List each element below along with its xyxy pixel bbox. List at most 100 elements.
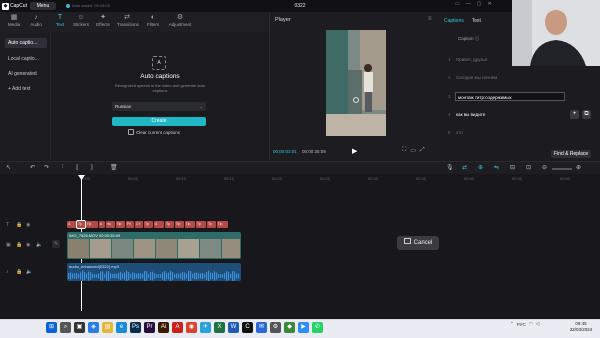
caption-clip[interactable]: Пр — [175, 221, 184, 228]
photoshop-icon[interactable]: Ps — [130, 322, 141, 333]
snap-icon[interactable]: ⇋ — [494, 164, 499, 171]
zoom-out-icon[interactable]: ⊖ — [542, 164, 547, 171]
clear-captions-checkbox[interactable]: Clear current captions — [128, 129, 180, 135]
caption-clip[interactable]: Тр — [165, 221, 174, 228]
caption-row[interactable]: 5 это — [448, 127, 596, 139]
settings-icon[interactable]: ⚙ — [270, 322, 281, 333]
sidebar-item-local-captions[interactable]: Local captio... — [5, 54, 47, 64]
menu-button[interactable]: Menu — [30, 2, 56, 10]
mail-icon[interactable]: ✉ — [256, 322, 267, 333]
excel-icon[interactable]: X — [214, 322, 225, 333]
lock-icon[interactable]: 🔒 — [16, 222, 22, 228]
edge-icon[interactable]: e — [116, 322, 127, 333]
zoom-icon[interactable]: ▶ — [298, 322, 309, 333]
caption-clip[interactable]: на — [106, 221, 115, 228]
split-left-icon[interactable]: ⟦ — [76, 164, 79, 171]
tab-captions[interactable]: Captions — [444, 18, 464, 24]
premiere-icon[interactable]: Pr — [144, 322, 155, 333]
create-button[interactable]: Create — [112, 117, 206, 126]
split-right-icon[interactable]: ⟧ — [90, 164, 93, 171]
layout-icon[interactable]: ▭ — [455, 1, 460, 11]
word-icon[interactable]: W — [228, 322, 239, 333]
caption-clip[interactable]: Тр — [144, 221, 153, 228]
caption-clip[interactable]: Пр — [116, 221, 125, 228]
zoom-slider[interactable] — [552, 168, 572, 170]
sidebar-item-add-text[interactable]: + Add text — [5, 84, 47, 94]
link-icon[interactable]: ⇄ — [462, 164, 467, 171]
language-select[interactable]: Russian ⌄ — [112, 102, 206, 111]
lock-icon[interactable]: 🔒 — [16, 269, 22, 275]
sidebar-item-ai-generated[interactable]: AI generated — [5, 69, 47, 79]
tab-adjustment[interactable]: ⚙ Adjustment — [168, 14, 192, 30]
language-indicator[interactable]: РУС — [517, 322, 526, 327]
taskbar-clock[interactable]: 09:45 22/03/2024 — [566, 321, 596, 333]
zoom-fit-icon[interactable]: ⊡ — [526, 164, 531, 171]
lock-icon[interactable]: 🔒 — [16, 242, 22, 248]
audio-mute-icon[interactable]: 🔈 — [36, 242, 42, 248]
add-caption-icon[interactable]: + — [570, 110, 579, 119]
caption-clip[interactable]: Тр — [196, 221, 206, 228]
caption-clip[interactable]: Тр — [207, 221, 216, 228]
undo-icon[interactable]: ↶ — [30, 164, 35, 171]
caption-clip[interactable]: в — [99, 221, 105, 228]
tab-filters[interactable]: ◐ Filters — [143, 14, 163, 30]
caption-edit-input[interactable]: монтаж титр:содержимых — [455, 92, 565, 101]
caption-row-active[interactable]: 3 монтаж титр:содержимых — [448, 91, 596, 103]
checkbox-icon[interactable] — [128, 129, 134, 135]
caption-clip[interactable]: А — [154, 221, 164, 228]
select-tool-icon[interactable]: ↖ — [6, 164, 11, 171]
duplicate-caption-icon[interactable]: ⧉ — [582, 110, 591, 119]
split-icon[interactable]: ⫶ — [62, 164, 64, 171]
caption-clip[interactable]: Пр — [185, 221, 195, 228]
redo-icon[interactable]: ↷ — [44, 164, 49, 171]
player-menu-icon[interactable]: ≡ — [428, 16, 432, 22]
wifi-icon[interactable]: ◠ — [529, 321, 533, 327]
tab-effects[interactable]: ✦ Effects — [93, 14, 113, 30]
expand-icon[interactable]: ⤢ — [420, 147, 425, 154]
telegram-icon[interactable]: ✈ — [200, 322, 211, 333]
illustrator-icon[interactable]: Ai — [158, 322, 169, 333]
widgets-icon[interactable]: ◈ — [88, 322, 99, 333]
windows-icon[interactable]: ⊞ — [46, 322, 57, 333]
tab-media[interactable]: ▦ Media — [4, 14, 24, 30]
caption-clip[interactable]: А — [67, 221, 76, 228]
delete-icon[interactable]: 🗑 — [110, 164, 118, 171]
chevron-up-icon[interactable]: ⌃ — [510, 321, 514, 327]
capcut-icon[interactable]: C — [242, 322, 253, 333]
tab-audio[interactable]: ♪ Audio — [26, 14, 46, 30]
caption-clip[interactable]: Пр — [86, 221, 98, 228]
caption-clip[interactable]: Тр — [76, 220, 86, 229]
find-replace-button[interactable]: Find & Replace — [551, 150, 592, 158]
caption-clip[interactable]: Рх — [126, 221, 134, 228]
cancel-button[interactable]: Cancel — [397, 236, 439, 250]
video-preview[interactable] — [326, 30, 386, 136]
play-button[interactable]: ▶ — [352, 147, 357, 155]
visibility-icon[interactable]: ◉ — [26, 222, 30, 228]
task-view-icon[interactable]: ▣ — [74, 322, 85, 333]
maximize-icon[interactable]: ▢ — [477, 1, 482, 11]
minimize-icon[interactable]: — — [466, 1, 471, 11]
fullscreen-icon[interactable]: ⛶ — [402, 147, 406, 154]
caption-clip[interactable]: Пр — [217, 221, 228, 228]
tab-text[interactable]: T Text — [50, 14, 70, 30]
search-icon[interactable]: ⌕ — [60, 322, 71, 333]
acrobat-icon[interactable]: A — [172, 322, 183, 333]
caption-clip[interactable]: Ст — [135, 221, 143, 228]
audio-mute-icon[interactable]: 🔈 — [26, 269, 32, 275]
zoom-in-icon[interactable]: ⊕ — [576, 164, 581, 171]
tab-transitions[interactable]: ⇄ Transitions — [117, 14, 139, 30]
close-icon[interactable]: ✕ — [487, 1, 491, 11]
caption-row[interactable]: 2 Сегодня мы начнём — [448, 72, 596, 84]
magnet-icon[interactable]: ⊕ — [478, 164, 483, 171]
chrome-icon[interactable]: ◉ — [186, 322, 197, 333]
tab-text-style[interactable]: Text — [472, 18, 481, 24]
whatsapp-icon[interactable]: ✆ — [312, 322, 323, 333]
preview-axis-icon[interactable]: ⊟ — [510, 164, 515, 171]
sidebar-item-auto-captions[interactable]: Auto captio... — [5, 38, 47, 48]
explorer-icon[interactable]: ▤ — [102, 322, 113, 333]
visibility-icon[interactable]: ◉ — [26, 242, 30, 248]
tab-stickers[interactable]: ☺ Stickers — [71, 14, 91, 30]
cover-button[interactable]: ✎ — [52, 240, 61, 248]
mic-icon[interactable]: 🎙 — [446, 164, 454, 171]
volume-icon[interactable]: ◁ — [536, 321, 539, 327]
